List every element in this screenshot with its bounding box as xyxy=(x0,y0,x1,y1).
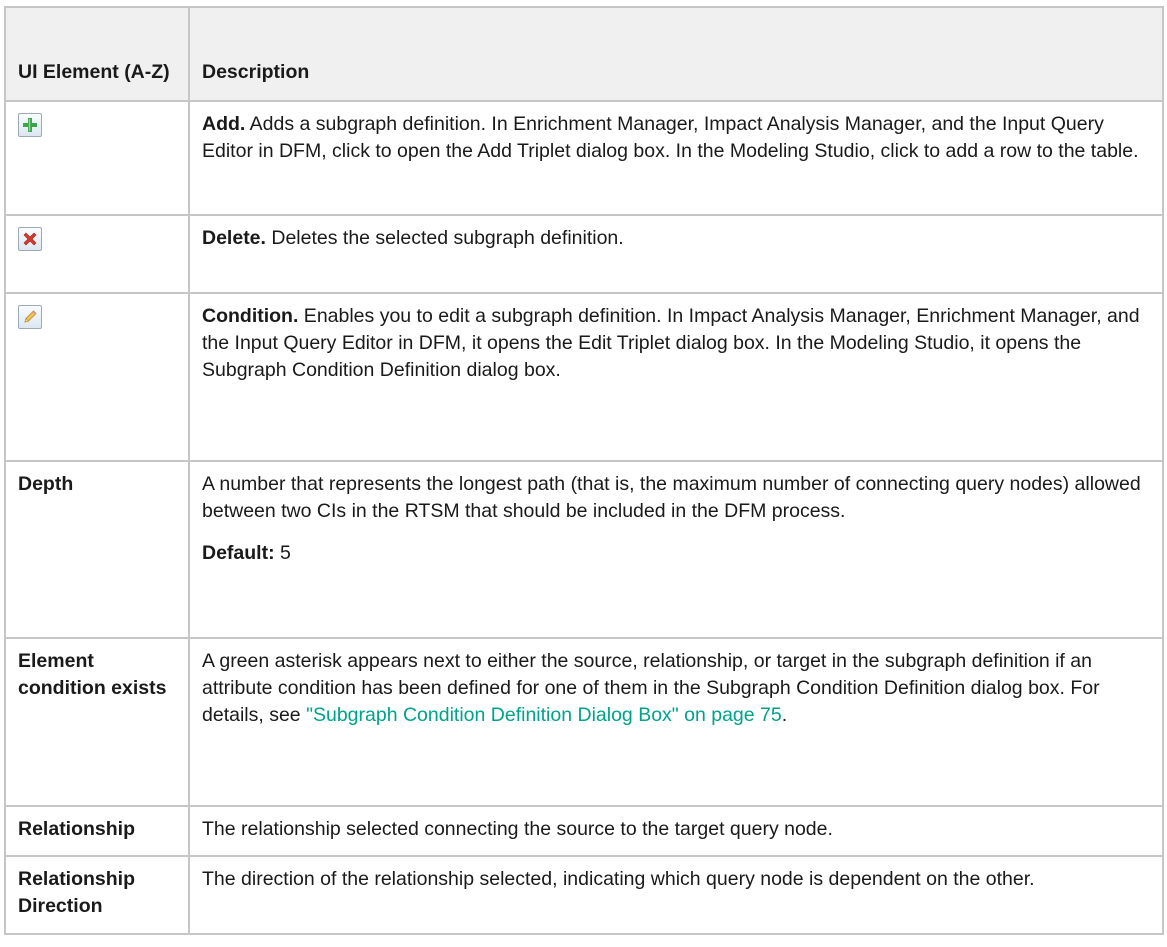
description-cell: A green asterisk appears next to either … xyxy=(188,637,1164,807)
element-name: Relationship xyxy=(4,805,190,857)
default-label: Default: xyxy=(202,542,275,564)
subgraph-condition-link[interactable]: "Subgraph Condition Definition Dialog Bo… xyxy=(306,704,782,726)
element-name: Depth xyxy=(4,460,190,639)
description-end: . xyxy=(781,704,788,726)
element-cell xyxy=(4,214,190,294)
table-row: Depth A number that represents the longe… xyxy=(4,460,1164,639)
description-cell: The relationship selected connecting the… xyxy=(188,805,1164,857)
table-row: Add. Adds a subgraph definition. In Enri… xyxy=(4,100,1164,216)
description-cell: Add. Adds a subgraph definition. In Enri… xyxy=(188,100,1164,216)
table-row: Relationship Direction The direction of … xyxy=(4,855,1164,935)
table-row: Condition. Enables you to edit a subgrap… xyxy=(4,292,1164,462)
description-cell: Delete. Deletes the selected subgraph de… xyxy=(188,214,1164,294)
add-plus-icon xyxy=(18,113,42,137)
description-text: The direction of the relationship select… xyxy=(202,868,1035,890)
ui-elements-table: UI Element (A-Z) Description Add. Adds a… xyxy=(4,6,1164,935)
header-row: UI Element (A-Z) Description xyxy=(4,6,1164,102)
header-description: Description xyxy=(188,6,1164,102)
description-text: Deletes the selected subgraph definition… xyxy=(265,227,624,249)
element-cell xyxy=(4,292,190,462)
table-row: Delete. Deletes the selected subgraph de… xyxy=(4,214,1164,294)
description-text: Enables you to edit a subgraph definitio… xyxy=(202,305,1140,381)
default-value: 5 xyxy=(274,542,291,564)
pencil-edit-icon xyxy=(18,305,42,329)
description-cell: A number that represents the longest pat… xyxy=(188,460,1164,639)
term: Condition. xyxy=(202,305,299,327)
term: Add. xyxy=(202,113,246,135)
description-cell: The direction of the relationship select… xyxy=(188,855,1164,935)
term: Delete. xyxy=(202,227,266,249)
description-text: The relationship selected connecting the… xyxy=(202,818,833,840)
delete-x-icon xyxy=(18,227,42,251)
element-name: Element condition exists xyxy=(4,637,190,807)
description-text: Adds a subgraph definition. In Enrichmen… xyxy=(202,113,1139,162)
header-ui-element: UI Element (A-Z) xyxy=(4,6,190,102)
description-text: A number that represents the longest pat… xyxy=(202,473,1141,522)
element-name: Relationship Direction xyxy=(4,855,190,935)
description-cell: Condition. Enables you to edit a subgrap… xyxy=(188,292,1164,462)
table-row: Relationship The relationship selected c… xyxy=(4,805,1164,857)
table-row: Element condition exists A green asteris… xyxy=(4,637,1164,807)
element-cell xyxy=(4,100,190,216)
